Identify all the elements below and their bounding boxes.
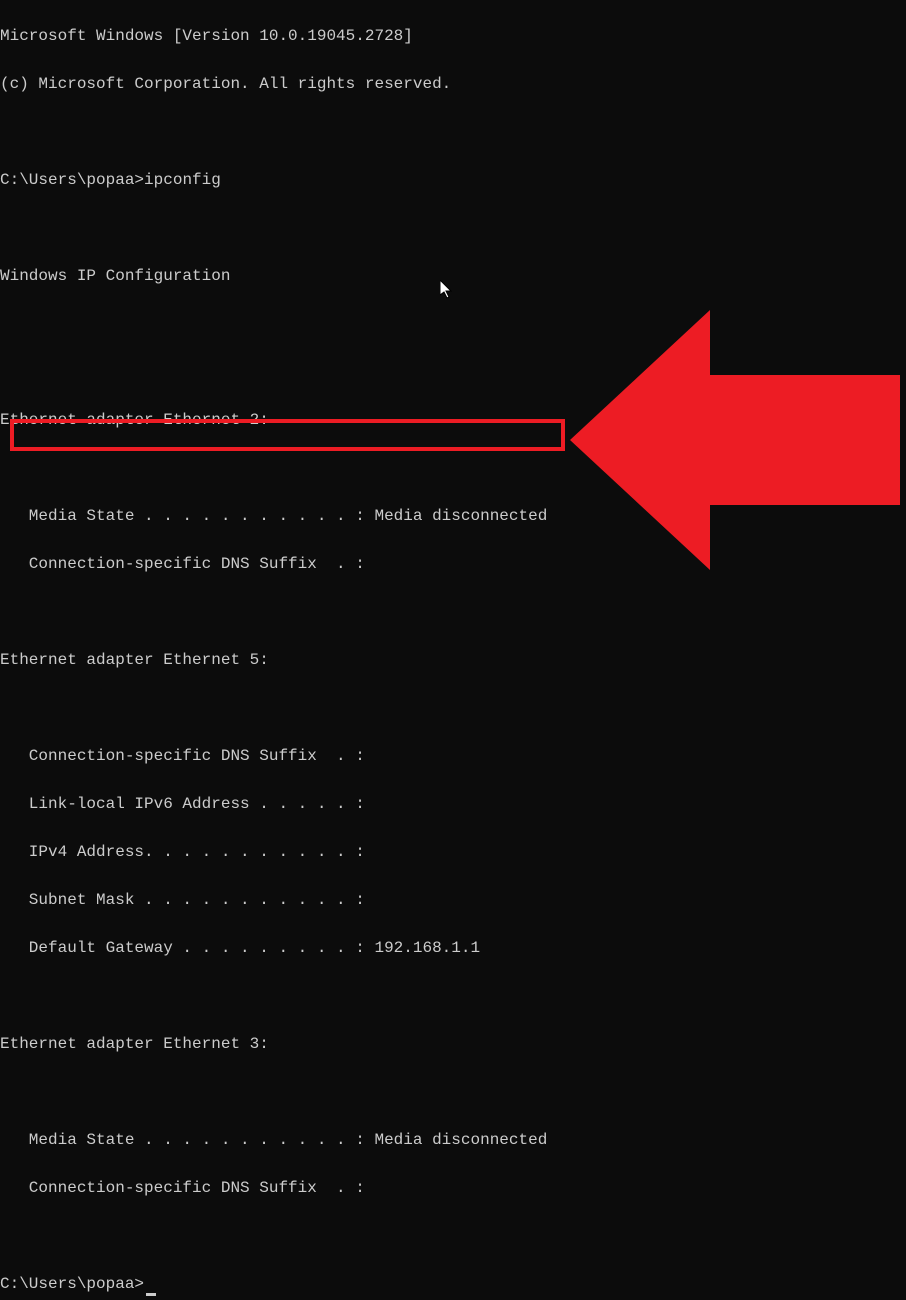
prompt-line: C:\Users\popaa>ipconfig xyxy=(0,168,906,192)
blank-line xyxy=(0,456,906,480)
field-label: IPv4 Address. . . . . . . . . . . : xyxy=(0,843,374,861)
adapter-title: Ethernet adapter Ethernet 2: xyxy=(0,408,906,432)
adapter-title: Ethernet adapter Ethernet 5: xyxy=(0,648,906,672)
blank-line xyxy=(0,312,906,336)
field-label: Connection-specific DNS Suffix . : xyxy=(0,1179,365,1197)
version-line: Microsoft Windows [Version 10.0.19045.27… xyxy=(0,24,906,48)
field-value: Media disconnected xyxy=(374,507,547,525)
adapter-field: Media State . . . . . . . . . . . : Medi… xyxy=(0,1128,906,1152)
adapter-field: Connection-specific DNS Suffix . : xyxy=(0,744,906,768)
text-cursor xyxy=(146,1293,156,1296)
copyright-line: (c) Microsoft Corporation. All rights re… xyxy=(0,72,906,96)
config-title: Windows IP Configuration xyxy=(0,264,906,288)
adapter-field: Subnet Mask . . . . . . . . . . . : xyxy=(0,888,906,912)
command-text: ipconfig xyxy=(144,171,221,189)
adapter-field: Media State . . . . . . . . . . . : Medi… xyxy=(0,504,906,528)
prompt-line[interactable]: C:\Users\popaa> xyxy=(0,1272,906,1296)
prompt-path: C:\Users\popaa> xyxy=(0,171,144,189)
blank-line xyxy=(0,216,906,240)
blank-line xyxy=(0,120,906,144)
blank-line xyxy=(0,984,906,1008)
field-label: Connection-specific DNS Suffix . : xyxy=(0,555,365,573)
adapter-field: IPv4 Address. . . . . . . . . . . : xyxy=(0,840,906,864)
blank-line xyxy=(0,696,906,720)
adapter-field: Link-local IPv6 Address . . . . . : xyxy=(0,792,906,816)
adapter-field: Connection-specific DNS Suffix . : xyxy=(0,552,906,576)
default-gateway-value: 192.168.1.1 xyxy=(374,939,480,957)
field-label: Subnet Mask . . . . . . . . . . . : xyxy=(0,891,374,909)
adapter-field-highlighted: Default Gateway . . . . . . . . . : 192.… xyxy=(0,936,906,960)
field-label: Link-local IPv6 Address . . . . . : xyxy=(0,795,374,813)
field-label: Media State . . . . . . . . . . . : xyxy=(0,507,374,525)
terminal-output[interactable]: Microsoft Windows [Version 10.0.19045.27… xyxy=(0,0,906,1300)
adapter-title: Ethernet adapter Ethernet 3: xyxy=(0,1032,906,1056)
adapter-field: Connection-specific DNS Suffix . : xyxy=(0,1176,906,1200)
prompt-path: C:\Users\popaa> xyxy=(0,1275,144,1293)
blank-line xyxy=(0,1224,906,1248)
field-value: Media disconnected xyxy=(374,1131,547,1149)
blank-line xyxy=(0,1080,906,1104)
field-label: Media State . . . . . . . . . . . : xyxy=(0,1131,374,1149)
blank-line xyxy=(0,360,906,384)
field-label: Default Gateway . . . . . . . . . : xyxy=(0,939,374,957)
field-label: Connection-specific DNS Suffix . : xyxy=(0,747,365,765)
blank-line xyxy=(0,600,906,624)
